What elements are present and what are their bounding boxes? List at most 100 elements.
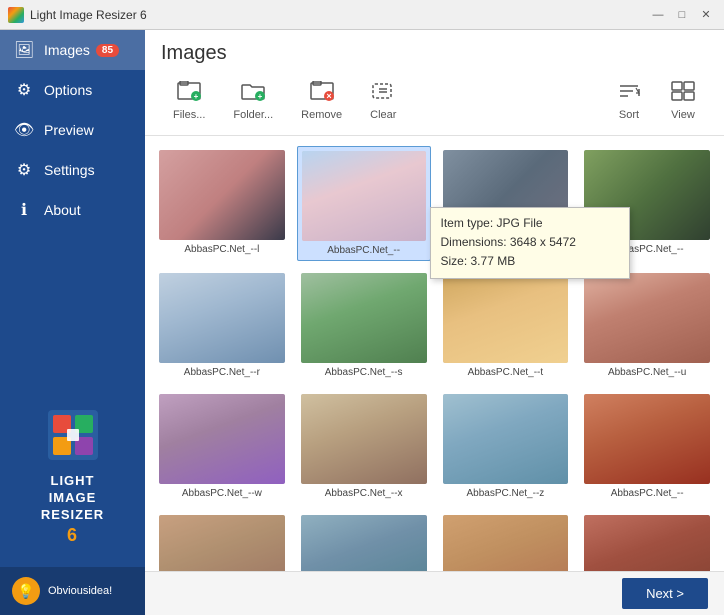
brand-name: Obviousidea! [48, 585, 112, 597]
list-item[interactable]: AbbasPC.Net_--u [580, 269, 714, 382]
files-icon: + [177, 81, 201, 107]
image-label: AbbasPC.Net_--r [159, 367, 285, 378]
settings-icon: ⚙ [14, 160, 34, 180]
content-header: Images + Files... [145, 30, 724, 136]
list-item[interactable] [580, 511, 714, 571]
list-item[interactable]: AbbasPC.Net_--w [155, 390, 289, 503]
svg-text:+: + [258, 92, 263, 101]
list-item[interactable]: AbbasPC.Net_--s [297, 269, 431, 382]
app-icon [8, 7, 24, 23]
image-label: AbbasPC.Net_--z [443, 488, 569, 499]
image-thumbnail [584, 394, 710, 484]
image-thumbnail [584, 273, 710, 363]
image-label: AbbasPC.Net_--q [443, 244, 569, 255]
image-thumbnail [584, 515, 710, 571]
folders-icon: + [241, 81, 265, 107]
list-item[interactable]: AbbasPC.Net_--x [297, 390, 431, 503]
image-label: AbbasPC.Net_--t [443, 367, 569, 378]
remove-button[interactable]: × Remove [289, 75, 354, 127]
list-item[interactable] [439, 511, 573, 571]
toolbar: + Files... + Folder... [161, 75, 708, 127]
image-label: AbbasPC.Net_--l [159, 244, 285, 255]
view-button-label: View [671, 109, 695, 121]
image-thumbnail [301, 394, 427, 484]
image-thumbnail [584, 150, 710, 240]
list-item[interactable]: AbbasPC.Net_-- [580, 146, 714, 261]
page-title: Images [161, 42, 708, 65]
image-thumbnail [301, 515, 427, 571]
svg-text:×: × [326, 91, 331, 101]
sort-button-label: Sort [619, 109, 639, 121]
sidebar-item-settings[interactable]: ⚙ Settings [0, 150, 145, 190]
image-label: AbbasPC.Net_-- [302, 245, 426, 256]
images-badge: 85 [96, 44, 119, 57]
clear-button[interactable]: Clear [358, 75, 408, 127]
image-thumbnail [159, 515, 285, 571]
sidebar-item-preview[interactable]: 👁 Preview [0, 110, 145, 150]
list-item[interactable]: AbbasPC.Net_--r [155, 269, 289, 382]
image-thumbnail [159, 394, 285, 484]
list-item[interactable]: AbbasPC.Net_--t [439, 269, 573, 382]
image-thumbnail [159, 150, 285, 240]
sidebar-item-about[interactable]: ℹ About [0, 190, 145, 230]
sidebar-item-options[interactable]: ⚙ Options [0, 70, 145, 110]
view-icon [671, 81, 695, 107]
image-label: AbbasPC.Net_--u [584, 367, 710, 378]
title-text: Light Image Resizer 6 [30, 8, 648, 22]
sidebar-item-settings-label: Settings [44, 162, 95, 178]
image-thumbnail [443, 273, 569, 363]
sidebar: 🖼 Images 85 ⚙ Options 👁 Preview ⚙ Settin… [0, 30, 145, 615]
list-item[interactable] [297, 511, 431, 571]
image-thumbnail [302, 151, 426, 241]
image-label: AbbasPC.Net_-- [584, 244, 710, 255]
sidebar-item-preview-label: Preview [44, 122, 94, 138]
next-button[interactable]: Next > [622, 578, 708, 609]
images-grid: AbbasPC.Net_--l AbbasPC.Net_-- Item type… [155, 146, 714, 571]
image-thumbnail [443, 515, 569, 571]
view-button[interactable]: View [658, 75, 708, 127]
about-icon: ℹ [14, 200, 34, 220]
folders-button[interactable]: + Folder... [221, 75, 285, 127]
image-thumbnail [159, 273, 285, 363]
minimize-button[interactable]: — [648, 5, 668, 25]
image-label: AbbasPC.Net_-- [584, 488, 710, 499]
list-item[interactable]: AbbasPC.Net_-- Item type: JPG File Dimen… [297, 146, 431, 261]
logo-text: LIGHT IMAGE RESIZER 6 [41, 473, 104, 547]
image-label: AbbasPC.Net_--s [301, 367, 427, 378]
sidebar-item-options-label: Options [44, 82, 92, 98]
main-container: 🖼 Images 85 ⚙ Options 👁 Preview ⚙ Settin… [0, 30, 724, 615]
remove-button-label: Remove [301, 109, 342, 121]
list-item[interactable]: AbbasPC.Net_-- [580, 390, 714, 503]
maximize-button[interactable]: □ [672, 5, 692, 25]
svg-text:+: + [194, 92, 199, 101]
image-thumbnail [443, 150, 569, 240]
sidebar-nav: 🖼 Images 85 ⚙ Options 👁 Preview ⚙ Settin… [0, 30, 145, 385]
images-area[interactable]: AbbasPC.Net_--l AbbasPC.Net_-- Item type… [145, 136, 724, 571]
sidebar-logo: LIGHT IMAGE RESIZER 6 [0, 385, 145, 567]
sidebar-brand: 💡 Obviousidea! [0, 567, 145, 615]
sidebar-item-images[interactable]: 🖼 Images 85 [0, 30, 145, 70]
remove-icon: × [310, 81, 334, 107]
list-item[interactable] [155, 511, 289, 571]
image-thumbnail [443, 394, 569, 484]
sort-icon [617, 81, 641, 107]
list-item[interactable]: AbbasPC.Net_--l [155, 146, 289, 261]
image-label: AbbasPC.Net_--w [159, 488, 285, 499]
sort-button[interactable]: Sort [604, 75, 654, 127]
footer: Next > [145, 571, 724, 615]
clear-icon [371, 81, 395, 107]
image-label: AbbasPC.Net_--x [301, 488, 427, 499]
images-icon: 🖼 [14, 40, 34, 60]
files-button-label: Files... [173, 109, 205, 121]
window-controls: — □ ✕ [648, 5, 716, 25]
list-item[interactable]: AbbasPC.Net_--z [439, 390, 573, 503]
list-item[interactable]: AbbasPC.Net_--q [439, 146, 573, 261]
folders-button-label: Folder... [233, 109, 273, 121]
sidebar-item-images-label: Images [44, 42, 90, 58]
close-button[interactable]: ✕ [696, 5, 716, 25]
files-button[interactable]: + Files... [161, 75, 217, 127]
image-thumbnail [301, 273, 427, 363]
content-area: Images + Files... [145, 30, 724, 615]
clear-button-label: Clear [370, 109, 396, 121]
title-bar: Light Image Resizer 6 — □ ✕ [0, 0, 724, 30]
